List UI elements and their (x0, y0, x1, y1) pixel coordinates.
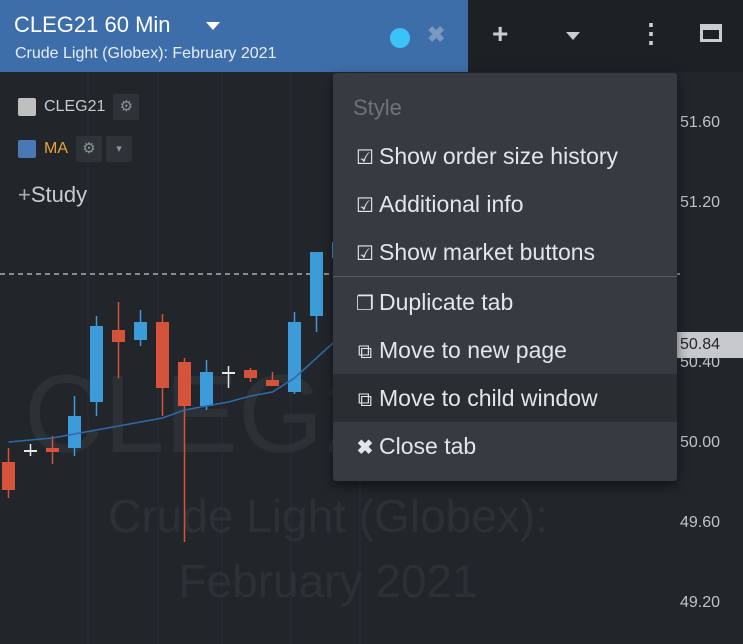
price-axis-label: 51.20 (680, 194, 721, 211)
more-options-icon[interactable]: ⋮ (638, 18, 664, 49)
ma-color-swatch[interactable] (18, 140, 36, 158)
price-axis-label: 49.20 (680, 594, 721, 611)
symbol-color-swatch[interactable] (18, 98, 36, 116)
tab-options-menu: Style ☑ Show order size history ☑ Addition… (333, 73, 677, 481)
menu-item-label: Show order size history (379, 143, 619, 169)
tab-title[interactable]: CLEG21 60 Min (14, 12, 171, 38)
chevron-down-icon[interactable] (206, 22, 220, 30)
menu-divider (333, 276, 677, 277)
menu-item-label: Additional info (379, 191, 524, 217)
menu-item-label: Move to child window (379, 385, 598, 411)
candle-body (112, 330, 125, 342)
external-link-icon: ⧉ (357, 389, 373, 411)
candle-body (24, 450, 37, 452)
checkbox-checked-icon[interactable]: ☑ (351, 230, 379, 278)
chart-tab[interactable]: CLEG21 60 Min Crude Light (Globex): Febr… (0, 0, 468, 72)
menu-item-label: Move to new page (379, 337, 567, 363)
price-axis-label: 49.60 (680, 514, 721, 531)
menu-item-additional-info[interactable]: ☑ Additional info (333, 180, 677, 228)
add-study-button[interactable]: +Study (18, 182, 87, 208)
candle-body (2, 462, 15, 490)
menu-item-duplicate-tab[interactable]: ❐ Duplicate tab (333, 278, 677, 326)
menu-item-close-tab[interactable]: ✖ Close tab (333, 422, 677, 470)
candle-body (156, 322, 169, 388)
menu-item-label: Close tab (379, 433, 477, 459)
menu-item-show-order-size-history[interactable]: ☑ Show order size history (333, 132, 677, 180)
menu-item-label: Show market buttons (379, 239, 596, 265)
add-tab-icon[interactable]: + (492, 18, 508, 50)
chevron-down-icon[interactable]: ▾ (106, 136, 132, 162)
candle-body (68, 416, 81, 448)
candle-body (310, 252, 323, 316)
candle-body (200, 372, 213, 406)
watermark-title: Crude Light (Globex): (108, 490, 548, 542)
menu-item-show-market-buttons[interactable]: ☑ Show market buttons (333, 228, 677, 276)
gear-icon[interactable]: ⚙ (113, 94, 140, 120)
checkbox-checked-icon[interactable]: ☑ (351, 134, 379, 182)
legend-symbol-row: CLEG21 ⚙ (18, 94, 140, 120)
legend-ma-row: MA ⚙ ▾ (18, 136, 132, 162)
price-axis-label: 51.60 (680, 114, 721, 131)
menu-section-style: Style (353, 95, 402, 120)
menu-item-move-to-child-window[interactable]: ⧉ Move to child window (333, 374, 677, 422)
close-icon[interactable]: ✖ (427, 22, 445, 48)
price-axis-label: 50.40 (680, 354, 721, 371)
candle-body (46, 448, 59, 452)
duplicate-icon: ❐ (356, 293, 374, 315)
menu-item-label: Duplicate tab (379, 289, 514, 315)
watermark-subtitle: February 2021 (178, 555, 477, 607)
candle-body (178, 362, 191, 406)
candle-body (266, 380, 279, 386)
candle-body (222, 372, 235, 374)
external-link-icon: ⧉ (357, 341, 373, 363)
legend-ma-label: MA (44, 140, 68, 158)
legend-symbol-label: CLEG21 (44, 98, 106, 116)
chevron-down-icon[interactable] (566, 32, 580, 40)
price-axis-label: 50.00 (680, 434, 721, 451)
candle-body (90, 326, 103, 402)
maximize-window-icon[interactable] (700, 24, 722, 42)
tab-subtitle: Crude Light (Globex): February 2021 (15, 45, 277, 62)
gear-icon[interactable]: ⚙ (76, 136, 102, 162)
close-icon: ✖ (356, 437, 374, 459)
status-dot-icon (390, 28, 410, 48)
candle-body (244, 370, 257, 378)
tab-bar: CLEG21 60 Min Crude Light (Globex): Febr… (0, 0, 743, 72)
plus-icon: + (18, 182, 31, 207)
candle-body (134, 322, 147, 340)
add-study-label: Study (30, 182, 88, 207)
menu-item-move-to-new-page[interactable]: ⧉ Move to new page (333, 326, 677, 374)
checkbox-checked-icon[interactable]: ☑ (351, 182, 379, 230)
